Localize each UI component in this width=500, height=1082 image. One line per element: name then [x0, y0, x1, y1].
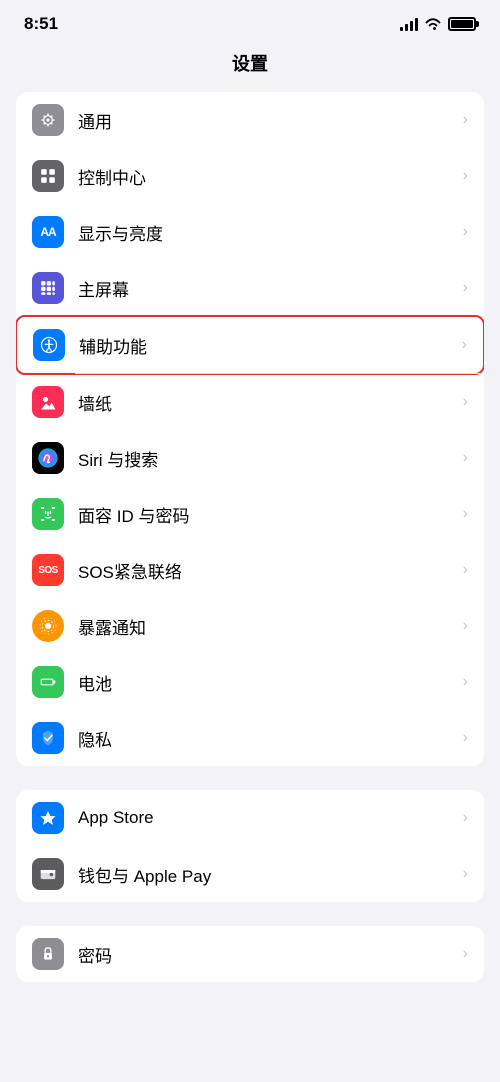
settings-row-sos[interactable]: SOS SOS紧急联络›	[16, 542, 484, 598]
siri-chevron: ›	[463, 449, 468, 467]
battery-label: 电池	[78, 670, 463, 695]
wallpaper-chevron: ›	[463, 393, 468, 411]
wallpaper-icon	[32, 386, 64, 418]
settings-row-accessibility[interactable]: 辅助功能›	[16, 315, 484, 375]
battery-chevron: ›	[463, 673, 468, 691]
privacy-chevron: ›	[463, 729, 468, 747]
signal-icon	[400, 17, 418, 31]
home-screen-icon	[32, 272, 64, 304]
settings-row-privacy[interactable]: 隐私›	[16, 710, 484, 766]
settings-group-0: 通用›控制中心›AA显示与亮度›主屏幕›辅助功能›墙纸›Siri 与搜索›面容 …	[16, 92, 484, 766]
wallet-icon	[32, 858, 64, 890]
siri-icon	[32, 442, 64, 474]
settings-row-home-screen[interactable]: 主屏幕›	[16, 260, 484, 316]
accessibility-chevron: ›	[462, 336, 467, 354]
sos-icon: SOS	[32, 554, 64, 586]
settings-row-wallet[interactable]: 钱包与 Apple Pay›	[16, 846, 484, 902]
settings-row-battery[interactable]: 电池›	[16, 654, 484, 710]
general-icon	[32, 104, 64, 136]
settings-row-control-center[interactable]: 控制中心›	[16, 148, 484, 204]
settings-row-exposure[interactable]: 暴露通知›	[16, 598, 484, 654]
password-chevron: ›	[463, 945, 468, 963]
display-label: 显示与亮度	[78, 220, 463, 245]
accessibility-icon	[33, 329, 65, 361]
home-screen-label: 主屏幕	[78, 276, 463, 301]
faceid-label: 面容 ID 与密码	[78, 502, 463, 527]
control-center-label: 控制中心	[78, 164, 463, 189]
siri-label: Siri 与搜索	[78, 446, 463, 471]
password-icon	[32, 938, 64, 970]
control-center-icon	[32, 160, 64, 192]
status-icons	[400, 17, 476, 31]
control-center-chevron: ›	[463, 167, 468, 185]
settings-row-siri[interactable]: Siri 与搜索›	[16, 430, 484, 486]
settings-row-faceid[interactable]: 面容 ID 与密码›	[16, 486, 484, 542]
wallpaper-label: 墙纸	[78, 390, 463, 415]
privacy-label: 隐私	[78, 726, 463, 751]
settings-row-appstore[interactable]: App Store›	[16, 790, 484, 846]
settings-group-2: 密码›	[16, 926, 484, 982]
sos-label: SOS紧急联络	[78, 558, 463, 583]
display-chevron: ›	[463, 223, 468, 241]
general-chevron: ›	[463, 111, 468, 129]
exposure-label: 暴露通知	[78, 614, 463, 639]
status-time: 8:51	[24, 14, 58, 34]
settings-group-1: App Store›钱包与 Apple Pay›	[16, 790, 484, 902]
status-bar: 8:51	[0, 0, 500, 42]
general-label: 通用	[78, 108, 463, 133]
home-screen-chevron: ›	[463, 279, 468, 297]
settings-row-general[interactable]: 通用›	[16, 92, 484, 148]
settings-row-display[interactable]: AA 显示与亮度›	[16, 204, 484, 260]
faceid-icon	[32, 498, 64, 530]
password-label: 密码	[78, 942, 463, 967]
appstore-label: App Store	[78, 808, 463, 828]
display-icon: AA	[32, 216, 64, 248]
wallet-label: 钱包与 Apple Pay	[78, 862, 463, 887]
exposure-icon	[32, 610, 64, 642]
wifi-icon	[424, 17, 442, 31]
faceid-chevron: ›	[463, 505, 468, 523]
privacy-icon	[32, 722, 64, 754]
sos-chevron: ›	[463, 561, 468, 579]
exposure-chevron: ›	[463, 617, 468, 635]
appstore-chevron: ›	[463, 809, 468, 827]
settings-row-wallpaper[interactable]: 墙纸›	[16, 374, 484, 430]
battery-icon	[448, 17, 476, 31]
appstore-icon	[32, 802, 64, 834]
wallet-chevron: ›	[463, 865, 468, 883]
battery-icon	[32, 666, 64, 698]
page-title: 设置	[0, 42, 500, 92]
accessibility-label: 辅助功能	[79, 333, 462, 358]
settings-row-password[interactable]: 密码›	[16, 926, 484, 982]
